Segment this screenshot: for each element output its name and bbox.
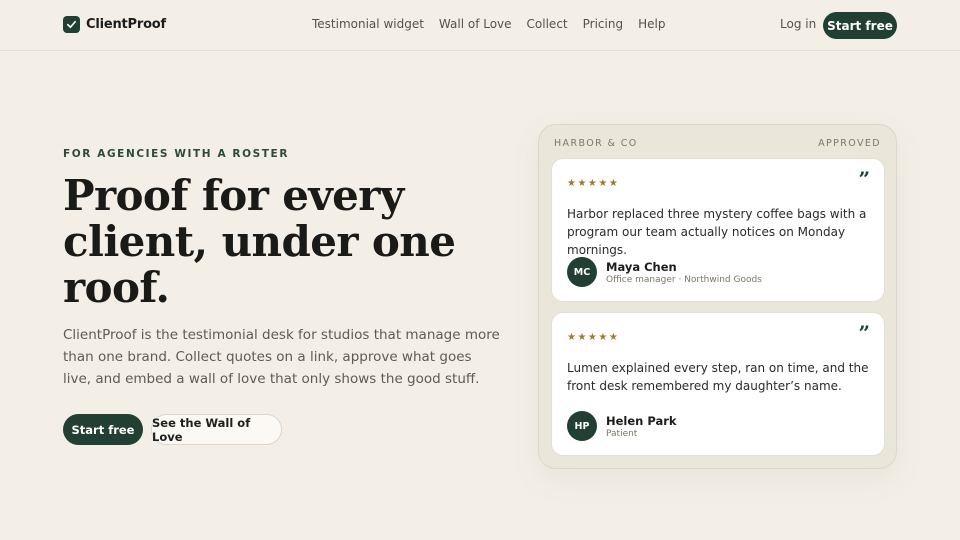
client-label: HARBOR & CO bbox=[554, 138, 638, 149]
testimonial-panel: HARBOR & CO APPROVED ★★★★★ ” Harbor repl… bbox=[538, 124, 897, 469]
testimonial-quote: Lumen explained every step, ran on time,… bbox=[567, 361, 869, 393]
star-rating: ★★★★★ bbox=[567, 332, 620, 343]
hero-subheadline: ClientProof is the testimonial desk for … bbox=[63, 327, 500, 387]
brand-logo[interactable]: ClientProof bbox=[63, 16, 166, 33]
headline-line: client, under one bbox=[63, 217, 456, 266]
nav-link-testimonial-widget[interactable]: Testimonial widget bbox=[312, 17, 424, 31]
author-name: Helen Park bbox=[606, 414, 677, 428]
headline-line: roof. bbox=[63, 263, 170, 312]
hero-eyebrow: FOR AGENCIES WITH A ROSTER bbox=[63, 148, 290, 160]
author-role: Office manager · Northwind Goods bbox=[606, 275, 762, 285]
brand-name: ClientProof bbox=[86, 17, 166, 32]
testimonial-card[interactable]: ★★★★★ ” Lumen explained every step, ran … bbox=[551, 312, 885, 456]
avatar: HP bbox=[567, 411, 597, 441]
testimonial-card[interactable]: ★★★★★ ” Harbor replaced three mystery co… bbox=[551, 158, 885, 302]
nav-link-help[interactable]: Help bbox=[638, 17, 665, 31]
nav-links: Testimonial widget Wall of Love Collect … bbox=[312, 17, 680, 31]
nav-link-collect[interactable]: Collect bbox=[527, 17, 568, 31]
hero-headline: Proof for every client, under one roof. bbox=[63, 173, 523, 311]
quote-icon: ” bbox=[858, 321, 870, 345]
author-role: Patient bbox=[606, 429, 638, 439]
quote-icon: ” bbox=[858, 167, 870, 191]
login-link[interactable]: Log in bbox=[780, 17, 816, 31]
top-nav: ClientProof Testimonial widget Wall of L… bbox=[0, 0, 960, 51]
testimonial-quote: Harbor replaced three mystery coffee bag… bbox=[567, 207, 867, 257]
start-free-button[interactable]: Start free bbox=[63, 414, 143, 445]
avatar: MC bbox=[567, 257, 597, 287]
check-icon bbox=[63, 16, 80, 33]
nav-link-pricing[interactable]: Pricing bbox=[583, 17, 623, 31]
author-name: Maya Chen bbox=[606, 260, 677, 274]
see-wall-of-love-button[interactable]: See the Wall of Love bbox=[151, 414, 282, 445]
headline-line: Proof for every bbox=[63, 171, 404, 220]
approval-status: APPROVED bbox=[818, 138, 881, 149]
star-rating: ★★★★★ bbox=[567, 178, 620, 189]
nav-start-free-button[interactable]: Start free bbox=[823, 12, 897, 39]
nav-link-wall-of-love[interactable]: Wall of Love bbox=[439, 17, 512, 31]
